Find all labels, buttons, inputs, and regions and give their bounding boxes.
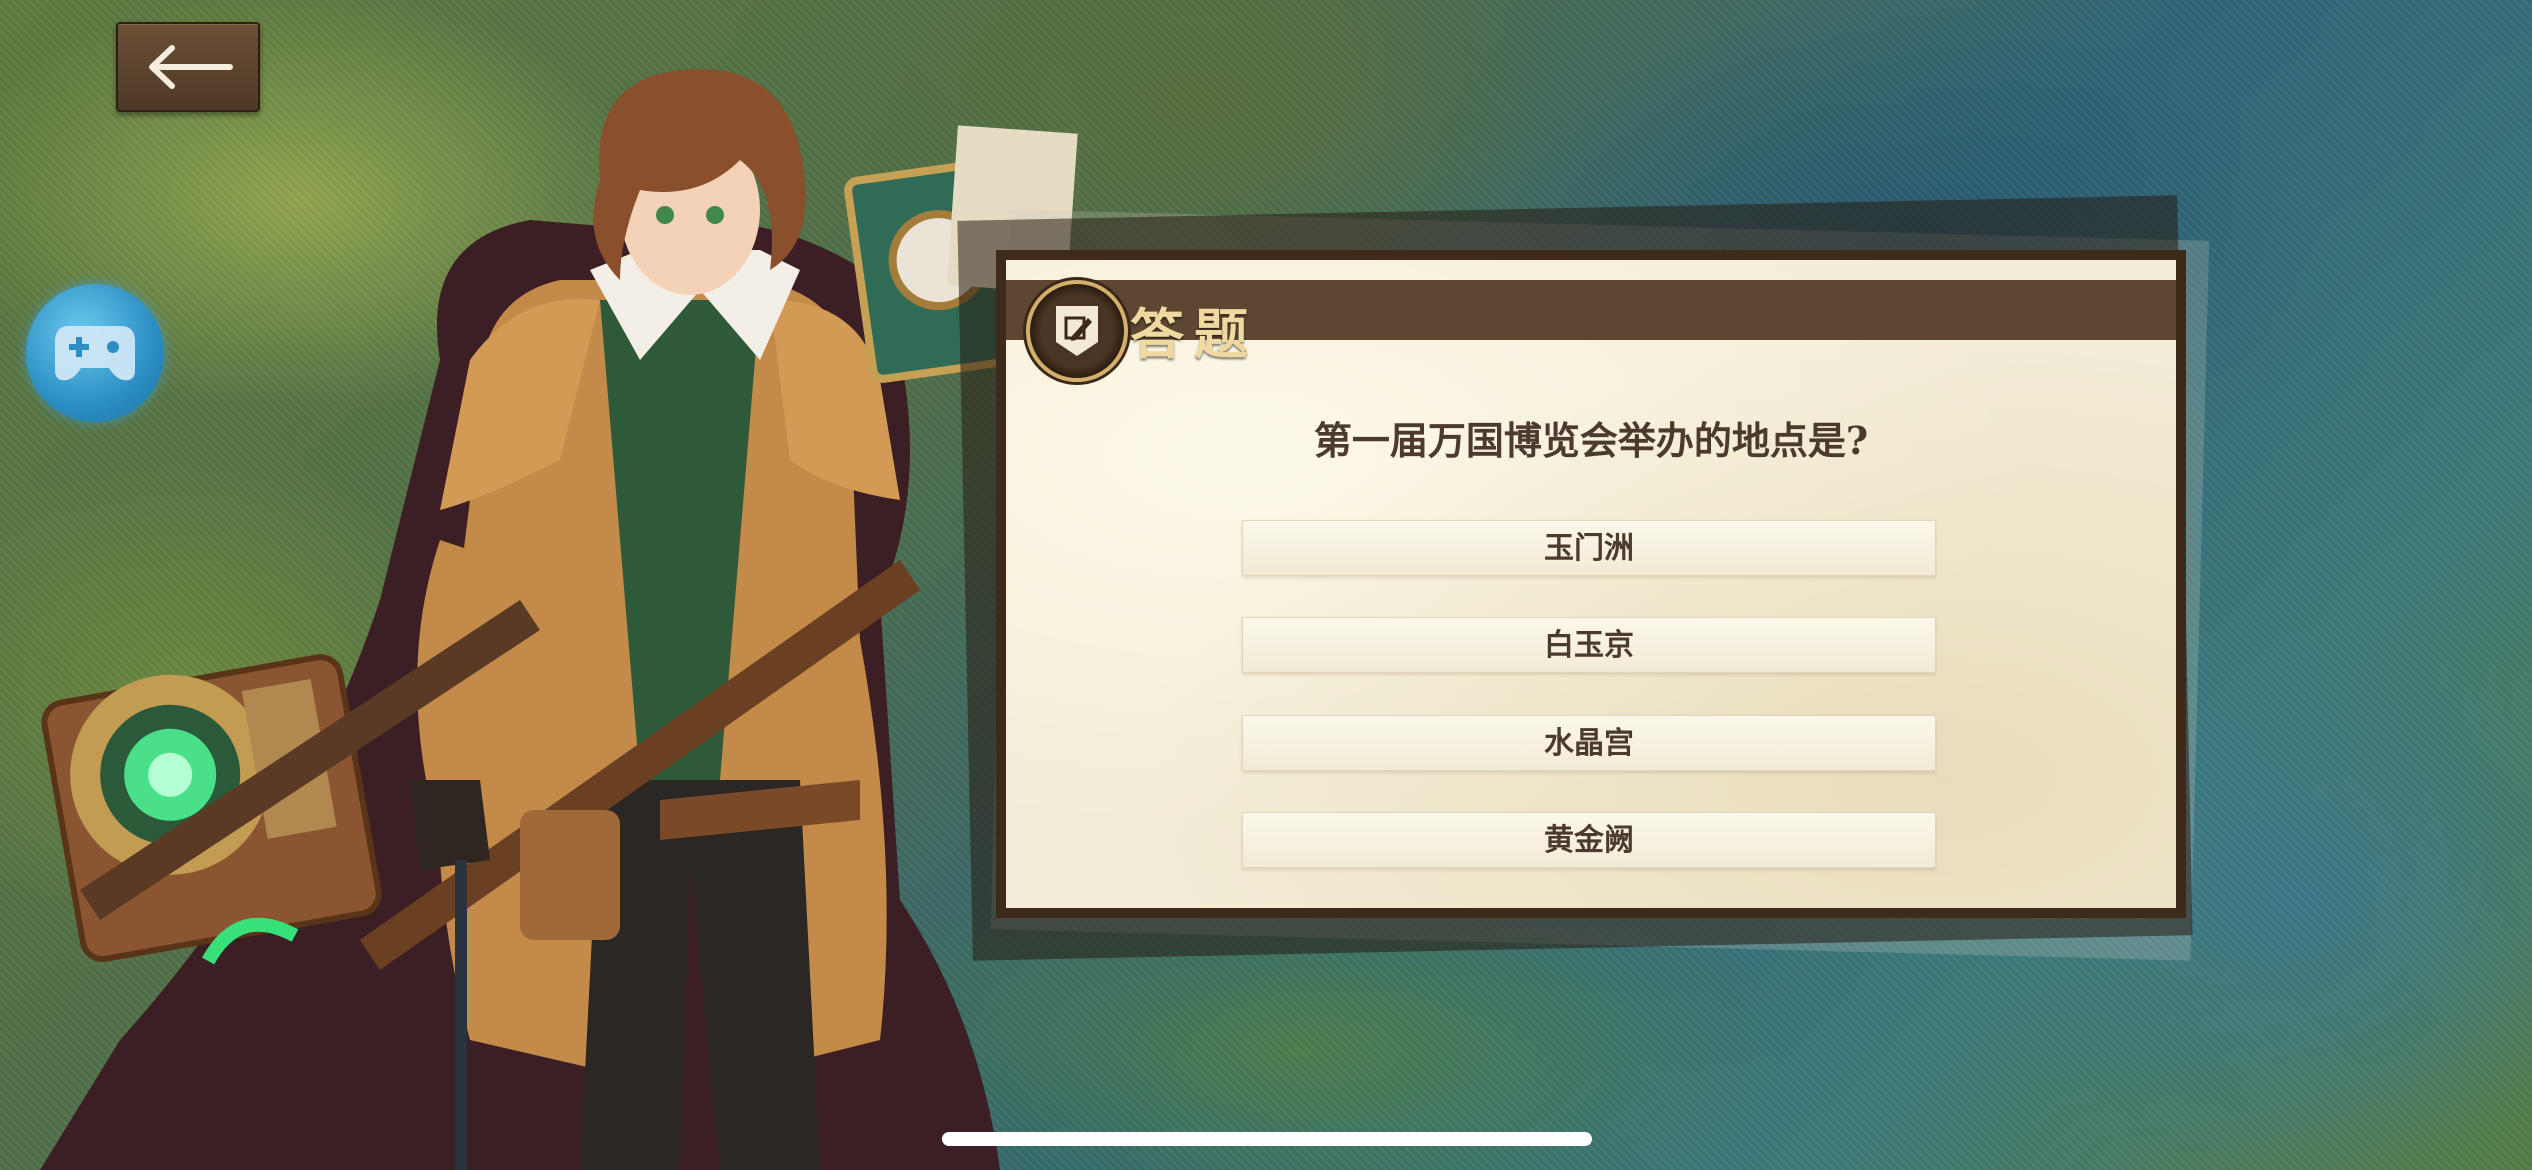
answer-option-3[interactable]: 水晶宫 [1242, 715, 1936, 771]
answer-option-1[interactable]: 玉门洲 [1242, 520, 1936, 576]
character-illustration [40, 69, 1078, 1170]
game-scene: 答题 第一届万国博览会举办的地点是? 玉门洲 白玉京 水晶宫 黄金阙 [0, 0, 2532, 1170]
answer-option-2[interactable]: 白玉京 [1242, 617, 1936, 673]
back-button[interactable] [116, 22, 260, 112]
gamepad-icon [55, 326, 135, 381]
quiz-title: 答题 [1130, 302, 1258, 366]
quiz-panel: 答题 第一届万国博览会举办的地点是? 玉门洲 白玉京 水晶宫 黄金阙 [996, 250, 2186, 918]
quiz-emblem [1026, 280, 1128, 382]
pencil-edit-icon [1056, 306, 1098, 356]
home-indicator[interactable] [942, 1132, 1592, 1146]
answer-option-4[interactable]: 黄金阙 [1242, 812, 1936, 868]
gamepad-button[interactable] [26, 284, 164, 422]
quiz-header: 答题 [1006, 280, 2176, 382]
quiz-question: 第一届万国博览会举办的地点是? [1313, 418, 1869, 463]
quiz-panel-body: 答题 第一届万国博览会举办的地点是? 玉门洲 白玉京 水晶宫 黄金阙 [1006, 260, 2176, 908]
back-arrow-icon [149, 45, 233, 89]
